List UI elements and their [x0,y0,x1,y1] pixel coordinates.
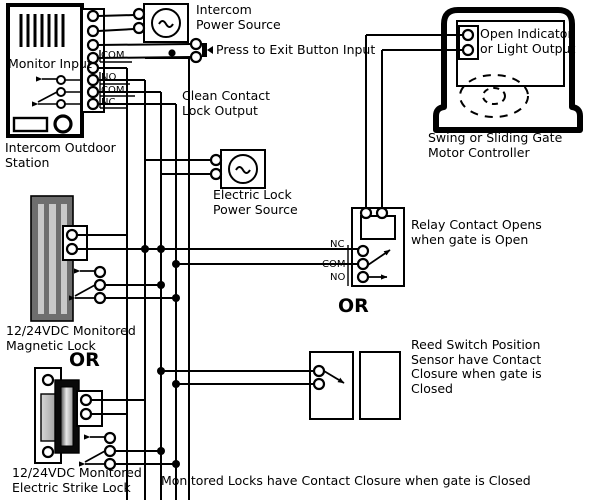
relay-coil-body [360,215,396,240]
electric-lock-power-source[interactable] [209,149,266,189]
intercom-power-source[interactable] [97,3,189,43]
intercom-terminal-label-com-1: COM [101,50,125,61]
intercom-station-caption: Intercom Outdoor Station [5,140,116,170]
strike-terminal-1[interactable] [79,393,93,407]
strike-terminal-2[interactable] [79,407,93,421]
wiring-harness [77,57,358,500]
mag-lock-terminal-1[interactable] [65,228,79,242]
intercom-terminal-label-no: NO [101,72,117,83]
relay-coil-terminal-2[interactable] [375,206,389,220]
reed-terminal-2[interactable] [312,377,326,391]
relay-label-nc: NC [330,239,345,250]
gate-controller-caption: Swing or Sliding Gate Motor Controller [428,130,563,160]
mag-lock-terminal-2[interactable] [65,242,79,256]
relay-label-com: COM [322,259,346,270]
open-indicator-terminal-2[interactable] [461,43,475,57]
relay-terminal-no[interactable] [356,270,370,284]
footer-note: Monitored Locks have Contact Closure whe… [161,473,531,488]
reed-terminal-1[interactable] [312,364,326,378]
nameplate [12,116,49,133]
clean-contact-lock-output-label: Clean Contact Lock Output [182,88,271,118]
call-button-icon[interactable] [53,114,73,134]
relay-caption: Relay Contact Opens when gate is Open [411,217,542,247]
relay-label-no: NO [330,272,346,283]
reed-switch-sensor[interactable] [309,351,401,420]
strike-mount-hole-top [41,373,55,387]
mag-lock-monitor-contacts [69,265,107,305]
relay-terminal-com[interactable] [356,257,370,271]
diagram-vector-layer [6,3,583,500]
reed-switch-caption: Reed Switch Position Sensor have Contact… [411,337,542,396]
monitor-input-label: Monitor Input [8,56,92,71]
press-to-exit-label: Press to Exit Button Input [216,42,376,57]
electric-lock-power-source-caption: Electric Lock Power Source [213,187,298,217]
relay-coil-terminal-1[interactable] [359,206,373,220]
relay-terminal-nc[interactable] [356,244,370,258]
intercom-terminal-label-nc: NC [101,97,116,108]
electric-strike-lock[interactable] [34,367,117,471]
intercom-power-source-caption: Intercom Power Source [196,2,281,32]
reed-magnet-body[interactable] [359,351,401,420]
strike-lock-caption: 12/24VDC Monitored Electric Strike Lock [12,465,142,495]
or-label-sensors: OR [338,295,369,317]
strike-mount-hole-bottom [41,445,55,459]
magnetic-lock[interactable] [30,195,107,322]
wiring-diagram-canvas: Monitor Input Intercom Outdoor Station C… [0,0,596,500]
open-indicator-terminal-1[interactable] [461,28,475,42]
open-indicator-label: Open Indicator or Light Output [480,26,576,56]
speaker-grille-icon [19,14,65,47]
intercom-terminal-label-com-2: COM [101,85,125,96]
or-label-locks: OR [69,349,100,371]
strike-monitor-contacts [79,431,117,471]
